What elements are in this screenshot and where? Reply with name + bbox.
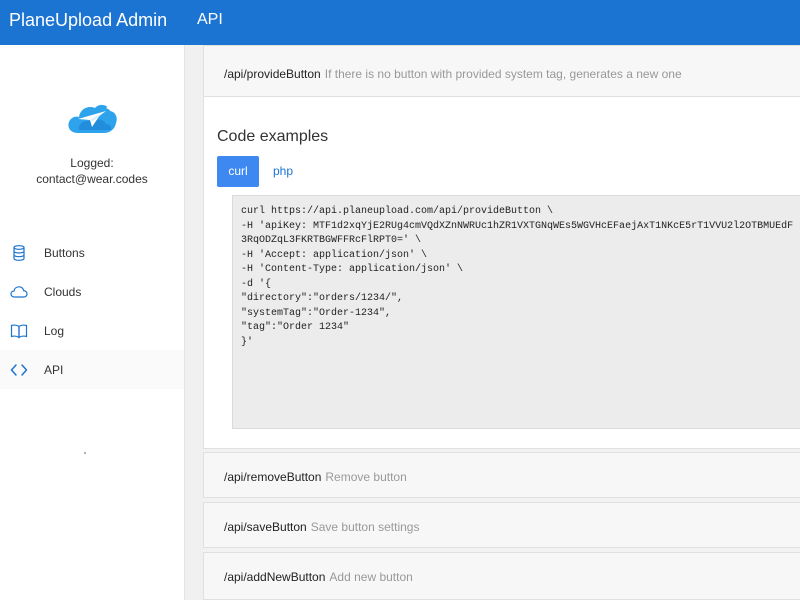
code-block[interactable]: curl https://api.planeupload.com/api/pro… — [232, 195, 800, 429]
endpoint-details: Code examples curl php curl https://api.… — [203, 96, 800, 449]
code-line: "tag":"Order 1234" — [241, 322, 350, 333]
endpoint-path: /api/saveButton — [224, 520, 307, 534]
top-bar: PlaneUpload Admin API — [0, 0, 800, 45]
book-icon — [10, 324, 28, 339]
gutter — [185, 45, 204, 600]
sidebar-item-api[interactable]: API — [0, 350, 184, 389]
tab-php[interactable]: php — [266, 156, 300, 187]
endpoint-description: Add new button — [329, 570, 413, 584]
code-line: -d '{ — [241, 278, 272, 290]
sidebar-dot — [84, 452, 86, 454]
endpoint-header: /api/removeButton Remove button — [224, 469, 407, 485]
sidebar-nav: Buttons Clouds Log API — [0, 233, 184, 389]
code-line: -H 'Accept: application/json' \ — [241, 249, 428, 261]
endpoint-remove-button[interactable]: /api/removeButton Remove button — [203, 452, 800, 498]
code-line: 3RqODZqL3FKRTBGWFFRcFlRPT0=' \ — [241, 235, 422, 246]
endpoint-header: /api/provideButton If there is no button … — [224, 66, 682, 82]
endpoint-save-button[interactable]: /api/saveButton Save button settings — [203, 502, 800, 548]
stack-icon — [13, 245, 25, 261]
sidebar-item-label: Buttons — [44, 246, 85, 260]
code-line: -H 'Content-Type: application/json' \ — [241, 264, 464, 275]
code-line: "directory":"orders/1234/", — [241, 293, 404, 304]
endpoint-provide-button[interactable]: /api/provideButton If there is no button … — [203, 45, 800, 97]
sidebar-item-buttons[interactable]: Buttons — [0, 233, 184, 272]
endpoint-path: /api/addNewButton — [224, 570, 326, 584]
sidebar-item-label: API — [44, 363, 64, 377]
api-content: /api/provideButton If there is no button … — [203, 45, 800, 600]
endpoint-header: /api/saveButton Save button settings — [224, 519, 419, 535]
endpoint-description: If there is no button with provided syst… — [324, 67, 682, 81]
code-line: }' — [241, 336, 254, 348]
tab-curl[interactable]: curl — [217, 156, 259, 187]
logged-label: Logged: — [70, 156, 114, 170]
code-examples-title: Code examples — [217, 128, 329, 145]
endpoint-path: /api/removeButton — [224, 470, 322, 484]
sidebar-item-log[interactable]: Log — [0, 311, 184, 350]
endpoint-path: /api/provideButton — [224, 67, 321, 81]
code-line: -H 'apiKey: MTF1d2xqYjE2RUg4cmVQdXZnNWRU… — [241, 220, 794, 232]
sidebar-item-label: Clouds — [44, 285, 82, 299]
cloud-plane-logo-icon — [68, 102, 117, 133]
cloud-icon — [10, 286, 28, 298]
endpoint-add-new-button[interactable]: /api/addNewButton Add new button — [203, 552, 800, 600]
sidebar-item-clouds[interactable]: Clouds — [0, 272, 184, 311]
endpoint-description: Remove button — [325, 470, 407, 484]
sidebar-item-label: Log — [44, 324, 65, 338]
endpoint-description: Save button settings — [310, 520, 420, 534]
nav-api-link[interactable]: API — [197, 10, 223, 30]
code-icon — [10, 364, 28, 376]
brand-title[interactable]: PlaneUpload Admin — [9, 10, 167, 30]
code-line: curl https://api.planeupload.com/api/pro… — [241, 206, 554, 217]
sidebar: Logged: contact@wear.codes Buttons Cloud… — [0, 45, 185, 600]
code-line: "systemTag":"Order-1234", — [241, 307, 392, 319]
logged-email: contact@wear.codes — [36, 172, 148, 186]
endpoint-header: /api/addNewButton Add new button — [224, 569, 413, 585]
